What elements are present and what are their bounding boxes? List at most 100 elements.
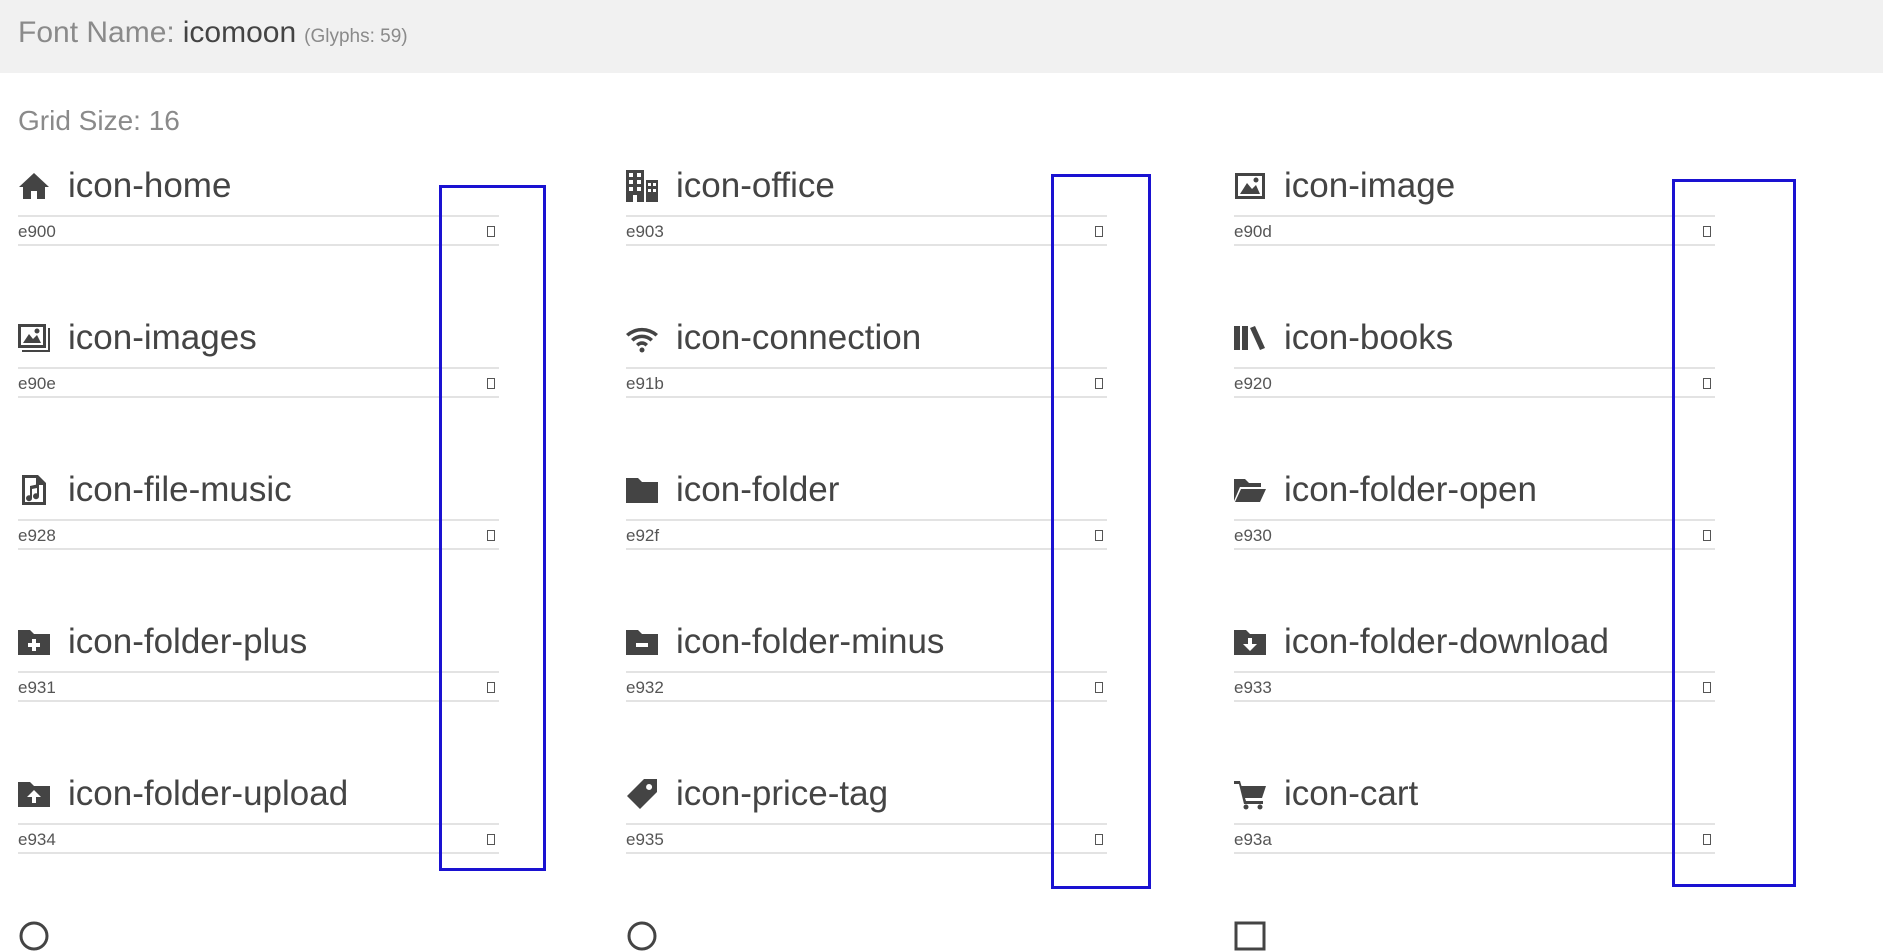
glyph-item[interactable]: icon-folder e92f bbox=[626, 470, 1107, 550]
glyph-code[interactable]: e933 bbox=[1234, 678, 1272, 698]
glyph-title: icon-images bbox=[18, 318, 257, 358]
cart-icon bbox=[1234, 776, 1270, 812]
glyph-code[interactable]: e92f bbox=[626, 526, 659, 546]
glyph-code[interactable]: e903 bbox=[626, 222, 664, 242]
glyph-name: icon-books bbox=[1284, 318, 1454, 357]
font-name-label: Font Name: bbox=[18, 16, 175, 49]
glyph-item[interactable]: icon-office e903 bbox=[626, 166, 1107, 246]
office-icon bbox=[626, 168, 662, 204]
glyph-code[interactable]: e928 bbox=[18, 526, 56, 546]
glyph-item[interactable]: icon-folder-minus e932 bbox=[626, 622, 1107, 702]
glyph-title: icon-books bbox=[1234, 318, 1453, 358]
glyph-code[interactable]: e930 bbox=[1234, 526, 1272, 546]
glyph-code[interactable]: e931 bbox=[18, 678, 56, 698]
glyph-item[interactable]: icon-folder-open e930 bbox=[1234, 470, 1715, 550]
folder-icon bbox=[626, 472, 662, 508]
highlight-box bbox=[1051, 174, 1151, 889]
glyph-name: icon-file-music bbox=[68, 470, 292, 509]
glyph-code[interactable]: e932 bbox=[626, 678, 664, 698]
glyph-item[interactable]: icon-folder-download e933 bbox=[1234, 622, 1715, 702]
glyph-title: icon-folder bbox=[626, 470, 839, 510]
font-header-text: Font Name: icomoon (Glyphs: 59) bbox=[18, 16, 408, 50]
glyph-code-row: e930 bbox=[1234, 519, 1715, 550]
glyph-item[interactable]: icon-cart e93a bbox=[1234, 774, 1715, 854]
glyph-item[interactable]: icon-file-music e928 bbox=[18, 470, 499, 550]
circle-icon bbox=[627, 921, 657, 951]
folder-open-icon bbox=[1234, 472, 1270, 508]
glyph-name: icon-image bbox=[1284, 166, 1456, 205]
folder-upload-icon bbox=[18, 776, 54, 812]
partial-glyph-row-icon bbox=[18, 920, 50, 952]
home-icon bbox=[18, 168, 54, 204]
glyph-title: icon-image bbox=[1234, 166, 1455, 206]
glyph-code[interactable]: e90e bbox=[18, 374, 56, 394]
glyph-item[interactable]: icon-image e90d bbox=[1234, 166, 1715, 246]
glyph-name: icon-home bbox=[68, 166, 232, 205]
glyph-code-row: e90d bbox=[1234, 215, 1715, 246]
folder-download-icon bbox=[1234, 624, 1270, 660]
glyph-code[interactable]: e93a bbox=[1234, 830, 1272, 850]
glyph-name: icon-folder-open bbox=[1284, 470, 1537, 509]
glyph-name: icon-images bbox=[68, 318, 257, 357]
glyph-title: icon-folder-upload bbox=[18, 774, 348, 814]
glyph-title: icon-folder-download bbox=[1234, 622, 1609, 662]
glyph-item[interactable]: icon-home e900 bbox=[18, 166, 499, 246]
glyph-name: icon-connection bbox=[676, 318, 922, 357]
highlight-box bbox=[1672, 179, 1796, 887]
glyph-code[interactable]: e91b bbox=[626, 374, 664, 394]
glyph-code[interactable]: e934 bbox=[18, 830, 56, 850]
glyph-name: icon-office bbox=[676, 166, 835, 205]
glyph-code-row: e90e bbox=[18, 367, 499, 398]
glyph-item[interactable]: icon-folder-plus e931 bbox=[18, 622, 499, 702]
square-icon bbox=[1234, 921, 1266, 951]
highlight-box bbox=[439, 185, 546, 871]
partial-glyph-row-icon bbox=[1234, 920, 1266, 952]
glyph-count: (Glyphs: 59) bbox=[304, 26, 408, 47]
books-icon bbox=[1234, 320, 1270, 356]
glyph-name: icon-folder-minus bbox=[676, 622, 945, 661]
glyph-code-row: e933 bbox=[1234, 671, 1715, 702]
glyph-name: icon-folder-download bbox=[1284, 622, 1609, 661]
glyph-name: icon-price-tag bbox=[676, 774, 889, 813]
glyph-code-row: e928 bbox=[18, 519, 499, 550]
glyph-title: icon-folder-plus bbox=[18, 622, 307, 662]
glyph-name: icon-cart bbox=[1284, 774, 1419, 813]
glyph-code-row: e932 bbox=[626, 671, 1107, 702]
glyph-title: icon-office bbox=[626, 166, 835, 206]
glyph-title: icon-file-music bbox=[18, 470, 292, 510]
glyph-name: icon-folder-upload bbox=[68, 774, 349, 813]
glyph-code-row: e93a bbox=[1234, 823, 1715, 854]
price-tag-icon bbox=[626, 776, 662, 812]
glyph-item[interactable]: icon-connection e91b bbox=[626, 318, 1107, 398]
connection-icon bbox=[626, 320, 662, 356]
glyph-item[interactable]: icon-images e90e bbox=[18, 318, 499, 398]
glyph-code[interactable]: e935 bbox=[626, 830, 664, 850]
file-music-icon bbox=[18, 472, 54, 508]
folder-plus-icon bbox=[18, 624, 54, 660]
font-header: Font Name: icomoon (Glyphs: 59) bbox=[0, 0, 1883, 73]
glyph-name: icon-folder-plus bbox=[68, 622, 308, 661]
glyph-title: icon-cart bbox=[1234, 774, 1418, 814]
glyph-item[interactable]: icon-folder-upload e934 bbox=[18, 774, 499, 854]
glyph-item[interactable]: icon-price-tag e935 bbox=[626, 774, 1107, 854]
glyph-title: icon-connection bbox=[626, 318, 921, 358]
glyph-item[interactable]: icon-books e920 bbox=[1234, 318, 1715, 398]
glyph-code-row: e903 bbox=[626, 215, 1107, 246]
partial-glyph-row-icon bbox=[626, 920, 658, 952]
images-icon bbox=[18, 320, 54, 356]
image-icon bbox=[1234, 168, 1270, 204]
glyph-code-row: e931 bbox=[18, 671, 499, 702]
grid-size-label: Grid Size: 16 bbox=[18, 105, 180, 136]
glyph-title: icon-folder-minus bbox=[626, 622, 944, 662]
glyph-code[interactable]: e90d bbox=[1234, 222, 1272, 242]
glyph-code[interactable]: e900 bbox=[18, 222, 56, 242]
circle-icon bbox=[19, 921, 49, 951]
glyph-code-row: e935 bbox=[626, 823, 1107, 854]
glyph-title: icon-home bbox=[18, 166, 231, 206]
folder-minus-icon bbox=[626, 624, 662, 660]
glyph-code[interactable]: e920 bbox=[1234, 374, 1272, 394]
font-name: icomoon bbox=[182, 16, 297, 49]
glyph-title: icon-price-tag bbox=[626, 774, 888, 814]
glyph-code-row: e900 bbox=[18, 215, 499, 246]
glyph-code-row: e934 bbox=[18, 823, 499, 854]
